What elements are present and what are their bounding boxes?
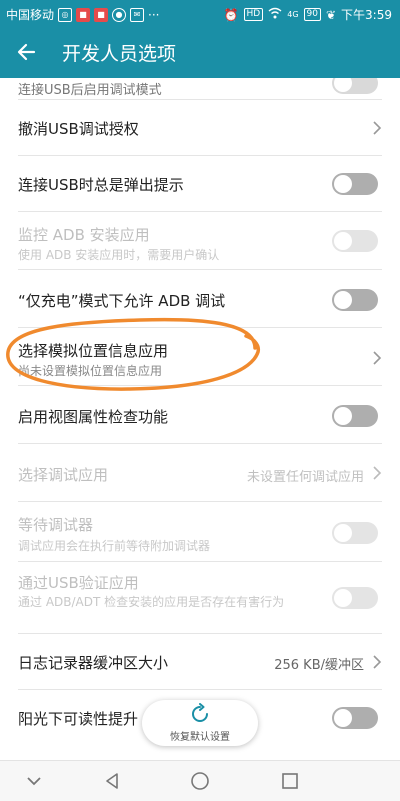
- setting-title: 通过USB验证应用: [18, 574, 139, 592]
- restore-defaults-button[interactable]: 恢复默认设置: [142, 700, 258, 746]
- setting-row-logger-buffer-size[interactable]: 日志记录器缓冲区大小 256 KB/缓冲区: [0, 634, 400, 690]
- setting-row-usb-debug-auto[interactable]: 连接USB后启用调试模式: [0, 78, 400, 100]
- setting-subtitle: 调试应用会在执行前等待附加调试器: [18, 539, 211, 553]
- setting-title: 连接USB时总是弹出提示: [18, 176, 184, 194]
- app-bar: 开发人员选项: [0, 26, 400, 78]
- alarm-icon: ⏰: [223, 7, 239, 22]
- back-arrow-icon[interactable]: [14, 38, 42, 66]
- setting-title: 选择模拟位置信息应用: [18, 342, 169, 360]
- hide-nav-chevron-icon[interactable]: [22, 769, 46, 793]
- toggle-switch[interactable]: [332, 78, 378, 94]
- app-notification-icon: ◎: [58, 7, 73, 22]
- toggle-switch: [332, 587, 378, 609]
- clock-time: 下午3:59: [341, 8, 392, 22]
- toggle-switch[interactable]: [332, 289, 378, 311]
- back-triangle-icon[interactable]: [100, 769, 124, 793]
- home-circle-icon[interactable]: [188, 769, 212, 793]
- chevron-right-icon: [373, 466, 382, 480]
- page-title: 开发人员选项: [62, 43, 177, 65]
- battery-icon: 90: [303, 8, 321, 21]
- setting-row-mock-location-app[interactable]: 选择模拟位置信息应用 尚未设置模拟位置信息应用: [0, 328, 400, 386]
- system-nav-bar: [0, 760, 400, 801]
- setting-row-usb-prompt[interactable]: 连接USB时总是弹出提示: [0, 156, 400, 212]
- setting-title: 日志记录器缓冲区大小: [18, 654, 169, 672]
- setting-row-view-attribute-inspect[interactable]: 启用视图属性检查功能: [0, 386, 400, 444]
- more-notifications-icon: ···: [148, 7, 160, 22]
- leaf-icon: ❦: [325, 7, 337, 22]
- setting-title: 监控 ADB 安装应用: [18, 226, 150, 244]
- hd-icon: HD: [243, 8, 264, 21]
- setting-title: 等待调试器: [18, 516, 94, 534]
- setting-row-select-debug-app: 选择调试应用 未设置任何调试应用: [0, 444, 400, 502]
- setting-row-wait-debugger: 等待调试器 调试应用会在执行前等待附加调试器: [0, 502, 400, 562]
- toggle-switch[interactable]: [332, 173, 378, 195]
- toggle-switch: [332, 522, 378, 544]
- setting-title: 连接USB后启用调试模式: [18, 83, 162, 98]
- setting-value: 256 KB/缓冲区: [274, 658, 364, 673]
- toggle-switch: [332, 230, 378, 252]
- status-bar: 中国移动 ◎ ■ ■ ● ✉ ··· ⏰ HD 4G 90 ❦ 下午3:59: [0, 0, 400, 26]
- app-notification-icon: ●: [112, 7, 127, 22]
- setting-title: 撤消USB调试授权: [18, 120, 139, 138]
- setting-subtitle: 通过 ADB/ADT 检查安装的应用是否存在有害行为: [18, 595, 285, 609]
- setting-title: 选择调试应用: [18, 466, 109, 484]
- setting-row-verify-apps-usb: 通过USB验证应用 通过 ADB/ADT 检查安装的应用是否存在有害行为: [0, 562, 400, 634]
- setting-title: 阳光下可读性提升: [18, 710, 139, 728]
- recents-square-icon[interactable]: [278, 769, 302, 793]
- toggle-switch[interactable]: [332, 707, 378, 729]
- toggle-switch[interactable]: [332, 405, 378, 427]
- app-notification-icon: ✉: [130, 7, 145, 22]
- chevron-right-icon: [373, 351, 382, 365]
- carrier-label: 中国移动: [6, 8, 55, 22]
- setting-subtitle: 尚未设置模拟位置信息应用: [18, 364, 163, 378]
- setting-title: “仅充电”模式下允许 ADB 调试: [18, 292, 226, 310]
- setting-subtitle: 使用 ADB 安装应用时，需要用户确认: [18, 248, 220, 262]
- wifi-icon: [268, 7, 282, 22]
- setting-value: 未设置任何调试应用: [246, 470, 364, 485]
- chevron-right-icon: [373, 121, 382, 135]
- settings-list[interactable]: 连接USB后启用调试模式 撤消USB调试授权 连接USB时总是弹出提示 监控 A…: [0, 78, 400, 760]
- app-notification-icon: ■: [94, 7, 109, 22]
- refresh-icon: [192, 703, 208, 722]
- chevron-right-icon: [373, 655, 382, 669]
- setting-row-revoke-usb-auth[interactable]: 撤消USB调试授权: [0, 100, 400, 156]
- app-notification-icon: ■: [76, 7, 91, 22]
- setting-row-monitor-adb: 监控 ADB 安装应用 使用 ADB 安装应用时，需要用户确认: [0, 212, 400, 270]
- setting-title: 启用视图属性检查功能: [18, 408, 169, 426]
- signal-icon: 4G: [287, 10, 299, 19]
- setting-row-charge-only-adb[interactable]: “仅充电”模式下允许 ADB 调试: [0, 270, 400, 328]
- restore-defaults-label: 恢复默认设置: [170, 732, 230, 743]
